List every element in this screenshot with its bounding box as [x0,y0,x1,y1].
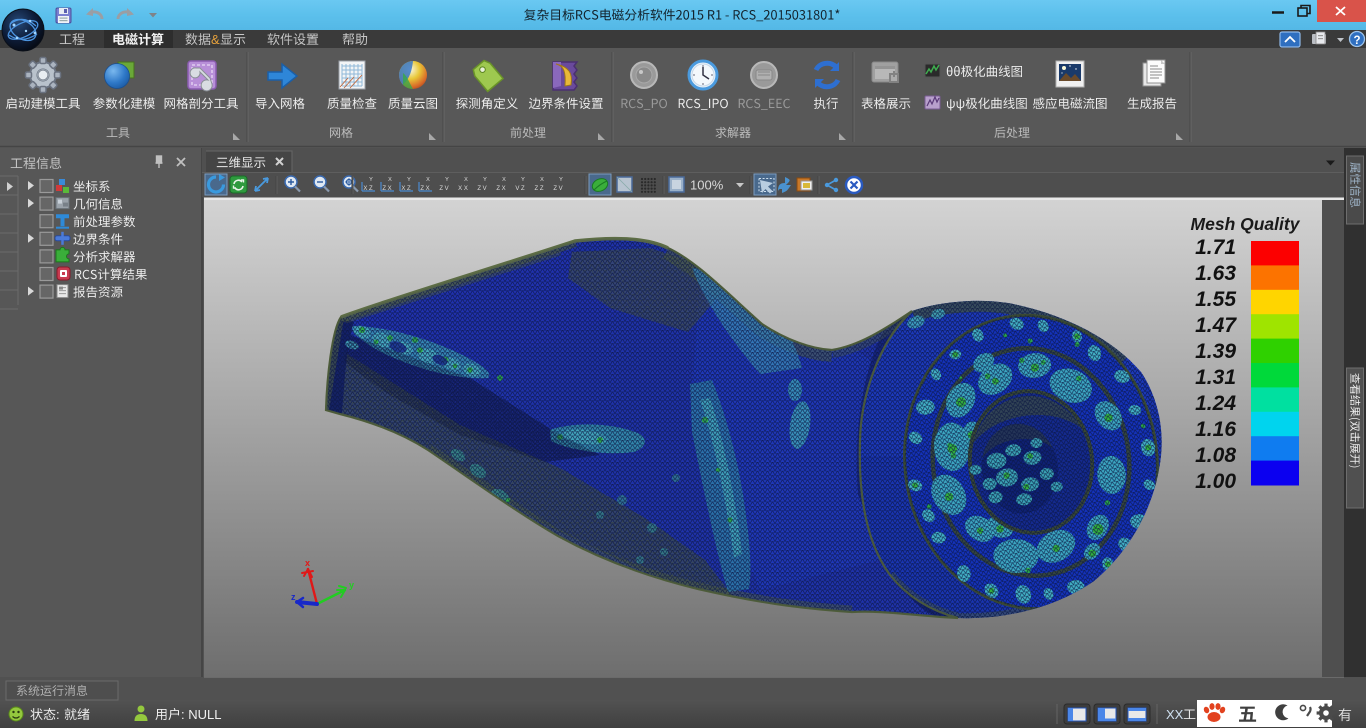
svg-text:1.71: 1.71 [1195,236,1236,259]
svg-text:Y: Y [369,177,373,183]
svg-text:Y: Y [445,177,449,183]
svg-text:V Z: V Z [515,186,525,192]
svg-text:x: x [305,558,310,568]
svg-text:1.47: 1.47 [1195,314,1237,337]
svg-text:Z X: Z X [496,186,505,192]
svg-text:1.63: 1.63 [1195,262,1236,285]
svg-text:X: X [540,177,544,183]
svg-text:1.55: 1.55 [1195,288,1236,311]
svg-text:Y: Y [521,177,525,183]
svg-text:Z Z: Z Z [535,186,544,192]
svg-text:X: X [502,177,506,183]
svg-text:X: X [464,177,468,183]
svg-text:Z V: Z V [553,186,562,192]
svg-text:1.24: 1.24 [1195,392,1236,415]
svg-text:: NULL: : NULL [181,707,221,722]
svg-text:Z V: Z V [477,186,486,192]
svg-text:Y: Y [483,177,487,183]
svg-text:Y: Y [407,177,411,183]
svg-text:XX: XX [1166,707,1184,722]
svg-text:y: y [349,580,354,590]
svg-text:Y: Y [559,177,563,183]
svg-text:Z V: Z V [439,186,448,192]
svg-text:1.39: 1.39 [1195,340,1236,363]
svg-text:1.16: 1.16 [1195,418,1236,441]
svg-text:Mesh Quality: Mesh Quality [1191,214,1301,234]
svg-text:X X: X X [458,186,468,192]
svg-text:100%: 100% [690,178,724,193]
svg-text:&: & [211,32,220,47]
svg-text::: : [56,707,60,722]
svg-text:?: ? [1353,35,1360,47]
svg-text:X: X [388,177,392,183]
svg-text:1.31: 1.31 [1195,366,1236,389]
svg-text:X: X [426,177,430,183]
svg-text:1.08: 1.08 [1195,444,1236,467]
svg-text:1.00: 1.00 [1195,470,1236,493]
svg-text:z: z [291,592,296,602]
